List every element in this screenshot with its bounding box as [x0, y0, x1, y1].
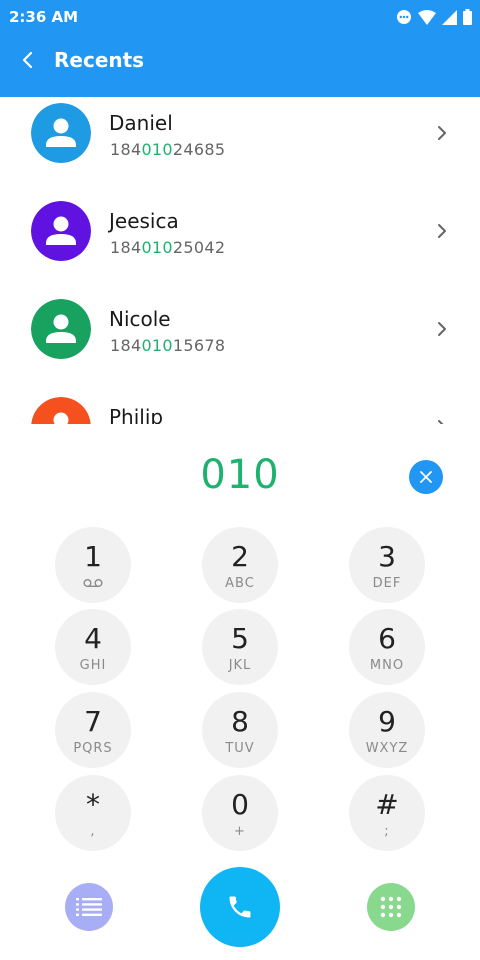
back-arrow-icon	[22, 51, 33, 69]
key-4[interactable]: 4 GHI	[55, 609, 131, 685]
key-8[interactable]: 8 TUV	[202, 692, 278, 768]
avatar	[31, 201, 91, 261]
status-icons	[396, 8, 472, 26]
close-icon	[420, 471, 432, 483]
key-digit: 2	[231, 540, 249, 573]
contact-row[interactable]: Jeesica 18401025042	[0, 195, 480, 293]
menu-button[interactable]	[65, 883, 113, 931]
dialed-number-display: 010	[200, 452, 280, 498]
key-5[interactable]: 5 JKL	[202, 609, 278, 685]
key-letters: +	[234, 824, 246, 839]
person-icon	[31, 103, 91, 163]
contact-name: Philip	[109, 405, 164, 424]
recents-list[interactable]: Daniel 18401024685 Jeesica 18401025042 N…	[0, 97, 480, 424]
key-0[interactable]: 0 +	[202, 775, 278, 851]
contact-row[interactable]: Nicole 18401015678	[0, 293, 480, 391]
back-button[interactable]	[14, 46, 42, 74]
key-digit: 6	[378, 622, 396, 655]
status-time: 2:36 AM	[9, 8, 79, 26]
avatar	[31, 103, 91, 163]
list-menu-icon	[76, 898, 102, 916]
voicemail-icon	[83, 579, 103, 588]
contact-number: 18401024685	[110, 140, 226, 159]
key-digit: 8	[231, 705, 249, 738]
chevron-right-icon[interactable]	[432, 417, 452, 424]
key-3[interactable]: 3 DEF	[349, 527, 425, 603]
key-letters: WXYZ	[365, 741, 409, 756]
contact-row[interactable]: Daniel 18401024685	[0, 97, 480, 195]
battery-icon	[463, 9, 472, 25]
signal-icon	[442, 9, 457, 25]
dialpad-toggle-button[interactable]	[367, 883, 415, 931]
contact-name: Jeesica	[109, 209, 179, 233]
chevron-right-icon[interactable]	[432, 123, 452, 143]
key-letters: ABC	[225, 576, 255, 591]
contact-name: Nicole	[109, 307, 171, 331]
key-digit: *	[86, 788, 100, 821]
dialpad-icon	[380, 896, 402, 918]
person-icon	[31, 201, 91, 261]
clear-button[interactable]	[409, 460, 443, 494]
status-bar: 2:36 AM	[0, 0, 480, 34]
wifi-icon	[418, 9, 436, 25]
contact-name: Daniel	[109, 111, 173, 135]
person-icon	[31, 397, 91, 424]
key-digit: 4	[84, 622, 102, 655]
key-letters: JKL	[228, 658, 252, 673]
call-button[interactable]	[200, 867, 280, 947]
key-letters: PQRS	[73, 741, 113, 756]
key-star[interactable]: * ,	[55, 775, 131, 851]
key-letters: GHI	[79, 658, 107, 673]
contact-number: 18401015678	[110, 336, 226, 355]
contact-number: 18401025042	[110, 238, 226, 257]
chevron-right-icon[interactable]	[432, 319, 452, 339]
key-6[interactable]: 6 MNO	[349, 609, 425, 685]
key-digit: 9	[378, 705, 396, 738]
avatar	[31, 397, 91, 424]
person-icon	[31, 299, 91, 359]
key-9[interactable]: 9 WXYZ	[349, 692, 425, 768]
notification-dots-icon	[397, 10, 411, 24]
key-digit: 3	[378, 540, 396, 573]
contact-row[interactable]: Philip	[0, 391, 480, 424]
key-digit: #	[375, 788, 399, 821]
key-2[interactable]: 2 ABC	[202, 527, 278, 603]
key-1[interactable]: 1	[55, 527, 131, 603]
key-digit: 7	[84, 705, 102, 738]
key-digit: 5	[231, 622, 249, 655]
top-bar: 2:36 AM Recents	[0, 0, 480, 97]
key-letters: TUV	[225, 741, 255, 756]
key-7[interactable]: 7 PQRS	[55, 692, 131, 768]
chevron-right-icon[interactable]	[432, 221, 452, 241]
key-letters: MNO	[369, 658, 405, 673]
key-letters: DEF	[372, 576, 402, 591]
page-title: Recents	[54, 48, 145, 72]
app-bar: Recents	[0, 34, 480, 97]
key-hash[interactable]: # ;	[349, 775, 425, 851]
key-digit: 0	[231, 788, 249, 821]
key-letters: ,	[90, 824, 96, 839]
avatar	[31, 299, 91, 359]
phone-icon	[229, 896, 251, 918]
key-digit: 1	[84, 540, 102, 573]
key-letters: ;	[384, 824, 390, 839]
